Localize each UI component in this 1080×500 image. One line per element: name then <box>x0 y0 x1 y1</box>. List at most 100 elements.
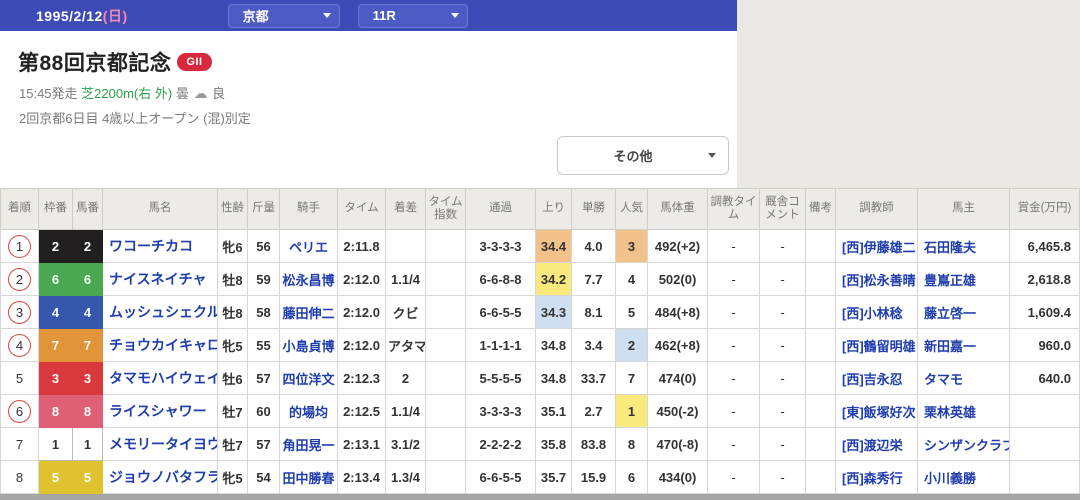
owner-link[interactable]: タマモ <box>924 372 963 387</box>
jockey-link[interactable]: 小島貞博 <box>282 339 334 354</box>
cell-umaban: 4 <box>72 295 103 329</box>
column-header-ninki: 人気 <box>615 188 648 230</box>
name-link[interactable]: ジョウノバタフライ <box>109 469 217 485</box>
cell-prize: 2,618.8 <box>1009 262 1080 296</box>
jockey-link[interactable]: 的場均 <box>289 405 328 420</box>
cell-time_index <box>425 229 466 263</box>
cell-training: - <box>707 328 760 362</box>
chevron-down-icon <box>322 13 331 18</box>
owner-link[interactable]: 藤立啓一 <box>924 306 976 321</box>
name-link[interactable]: ムッシュシェクル <box>109 304 217 320</box>
cell-time: 2:12.0 <box>337 328 386 362</box>
cell-umaban: 2 <box>72 229 103 263</box>
name-link[interactable]: ライスシャワー <box>109 403 207 419</box>
table-row: 1 2 2 ワコーチカコ 牝6 56 ペリエ 2:11.8 3-3-3-3 34.4 4.0 3 492… <box>0 229 1080 263</box>
cell-odds: 15.9 <box>571 460 616 494</box>
cell-odds: 2.7 <box>571 394 616 428</box>
column-header-horse_weight: 馬体重 <box>647 188 708 230</box>
name-link[interactable]: ワコーチカコ <box>109 238 193 254</box>
cell-owner: 豊嶌正雄 <box>917 262 1010 296</box>
trainer-link[interactable]: [西]渡辺栄 <box>842 438 903 453</box>
trainer-link[interactable]: [西]鶴留明雄 <box>842 339 916 354</box>
rank-circle: 6 <box>8 399 31 423</box>
cell-odds: 33.7 <box>571 361 616 395</box>
owner-link[interactable]: シンザンクラブ <box>924 438 1009 453</box>
owner-link[interactable]: 石田隆夫 <box>924 240 976 255</box>
page-background <box>737 0 1080 188</box>
cell-horse_weight: 484(+8) <box>647 295 708 329</box>
cell-sexage: 牡8 <box>217 295 248 329</box>
trainer-link[interactable]: [西]松永善晴 <box>842 273 916 288</box>
trainer-link[interactable]: [西]吉永忍 <box>842 372 903 387</box>
race-number-select[interactable]: 11R <box>357 3 468 28</box>
jockey-link[interactable]: 田中勝春 <box>282 471 334 486</box>
cell-time_index <box>425 394 466 428</box>
cell-training: - <box>707 295 760 329</box>
trainer-link[interactable]: [東]飯塚好次 <box>842 405 916 420</box>
column-header-agari: 上り <box>535 188 572 230</box>
cell-comment: - <box>759 460 806 494</box>
cell-name: ナイスネイチャ <box>102 262 218 296</box>
weather-text: 曇 <box>175 86 189 101</box>
cell-prize <box>1009 460 1080 494</box>
column-header-prize: 賞金(万円) <box>1009 188 1080 230</box>
jockey-link[interactable]: 松永昌博 <box>282 273 334 288</box>
trainer-link[interactable]: [西]森秀行 <box>842 471 903 486</box>
cell-agari: 34.4 <box>535 229 572 263</box>
trainer-link[interactable]: [西]伊藤雄二 <box>842 240 916 255</box>
cell-trainer: [西]吉永忍 <box>835 361 918 395</box>
table-row: 5 3 3 タマモハイウェイ 牡6 57 四位洋文 2:12.3 2 5-5-5-5 34.8 33.… <box>0 361 1080 395</box>
column-header-name: 馬名 <box>102 188 218 230</box>
venue-select[interactable]: 京都 <box>227 3 340 28</box>
owner-link[interactable]: 栗林英雄 <box>924 405 976 420</box>
race-results-table: 着順 枠番 馬番 馬名 性齢 斤量 騎手 タイム 着差 タイム指数 通過 上り 単勝 人気 馬体重 調教タイム… <box>0 188 1080 494</box>
jockey-link[interactable]: ペリエ <box>289 240 328 255</box>
jockey-link[interactable]: 藤田伸二 <box>282 306 334 321</box>
cell-trainer: [西]渡辺栄 <box>835 427 918 461</box>
cell-rank: 4 <box>0 328 39 362</box>
cell-time_index <box>425 427 466 461</box>
cell-rank: 5 <box>0 361 39 395</box>
cell-name: チョウカイキャロル <box>102 328 218 362</box>
cell-horse_weight: 492(+2) <box>647 229 708 263</box>
track-condition: 良 <box>212 86 226 101</box>
bottom-divider <box>0 494 1080 500</box>
cell-jockey: 藤田伸二 <box>279 295 338 329</box>
cell-ninki: 5 <box>615 295 648 329</box>
cell-comment: - <box>759 229 806 263</box>
cell-passing: 6-6-5-5 <box>465 460 536 494</box>
name-link[interactable]: チョウカイキャロル <box>109 337 217 353</box>
name-link[interactable]: メモリータイヨウ <box>109 436 217 452</box>
owner-link[interactable]: 新田嘉一 <box>924 339 976 354</box>
trainer-link[interactable]: [西]小林稔 <box>842 306 903 321</box>
cell-trainer: [西]鶴留明雄 <box>835 328 918 362</box>
name-link[interactable]: タマモハイウェイ <box>109 370 217 386</box>
cell-margin: 2 <box>385 361 426 395</box>
cell-rank: 6 <box>0 394 39 428</box>
cell-waku: 5 <box>38 460 73 494</box>
column-header-remark: 備考 <box>805 188 836 230</box>
owner-link[interactable]: 豊嶌正雄 <box>924 273 976 288</box>
cell-sexage: 牡8 <box>217 262 248 296</box>
column-header-comment: 厩舎コメント <box>759 188 806 230</box>
cell-waku: 7 <box>38 328 73 362</box>
table-row: 7 1 1 メモリータイヨウ 牡7 57 角田晃一 2:13.1 3.1/2 2-2-2-2 35.… <box>0 427 1080 461</box>
cell-odds: 8.1 <box>571 295 616 329</box>
cell-weight: 58 <box>247 295 280 329</box>
owner-link[interactable]: 小川義勝 <box>924 471 976 486</box>
cell-weight: 54 <box>247 460 280 494</box>
cell-waku: 6 <box>38 262 73 296</box>
jockey-link[interactable]: 四位洋文 <box>282 372 334 387</box>
name-link[interactable]: ナイスネイチャ <box>109 271 206 287</box>
other-filter-select[interactable]: その他 <box>557 136 729 175</box>
cell-jockey: 四位洋文 <box>279 361 338 395</box>
jockey-link[interactable]: 角田晃一 <box>282 438 334 453</box>
column-header-passing: 通過 <box>465 188 536 230</box>
cell-remark <box>805 460 836 494</box>
cell-ninki: 8 <box>615 427 648 461</box>
start-time: 15:45発走 <box>19 86 78 101</box>
cell-training: - <box>707 262 760 296</box>
cell-time: 2:12.5 <box>337 394 386 428</box>
cell-weight: 55 <box>247 328 280 362</box>
cell-weight: 57 <box>247 361 280 395</box>
